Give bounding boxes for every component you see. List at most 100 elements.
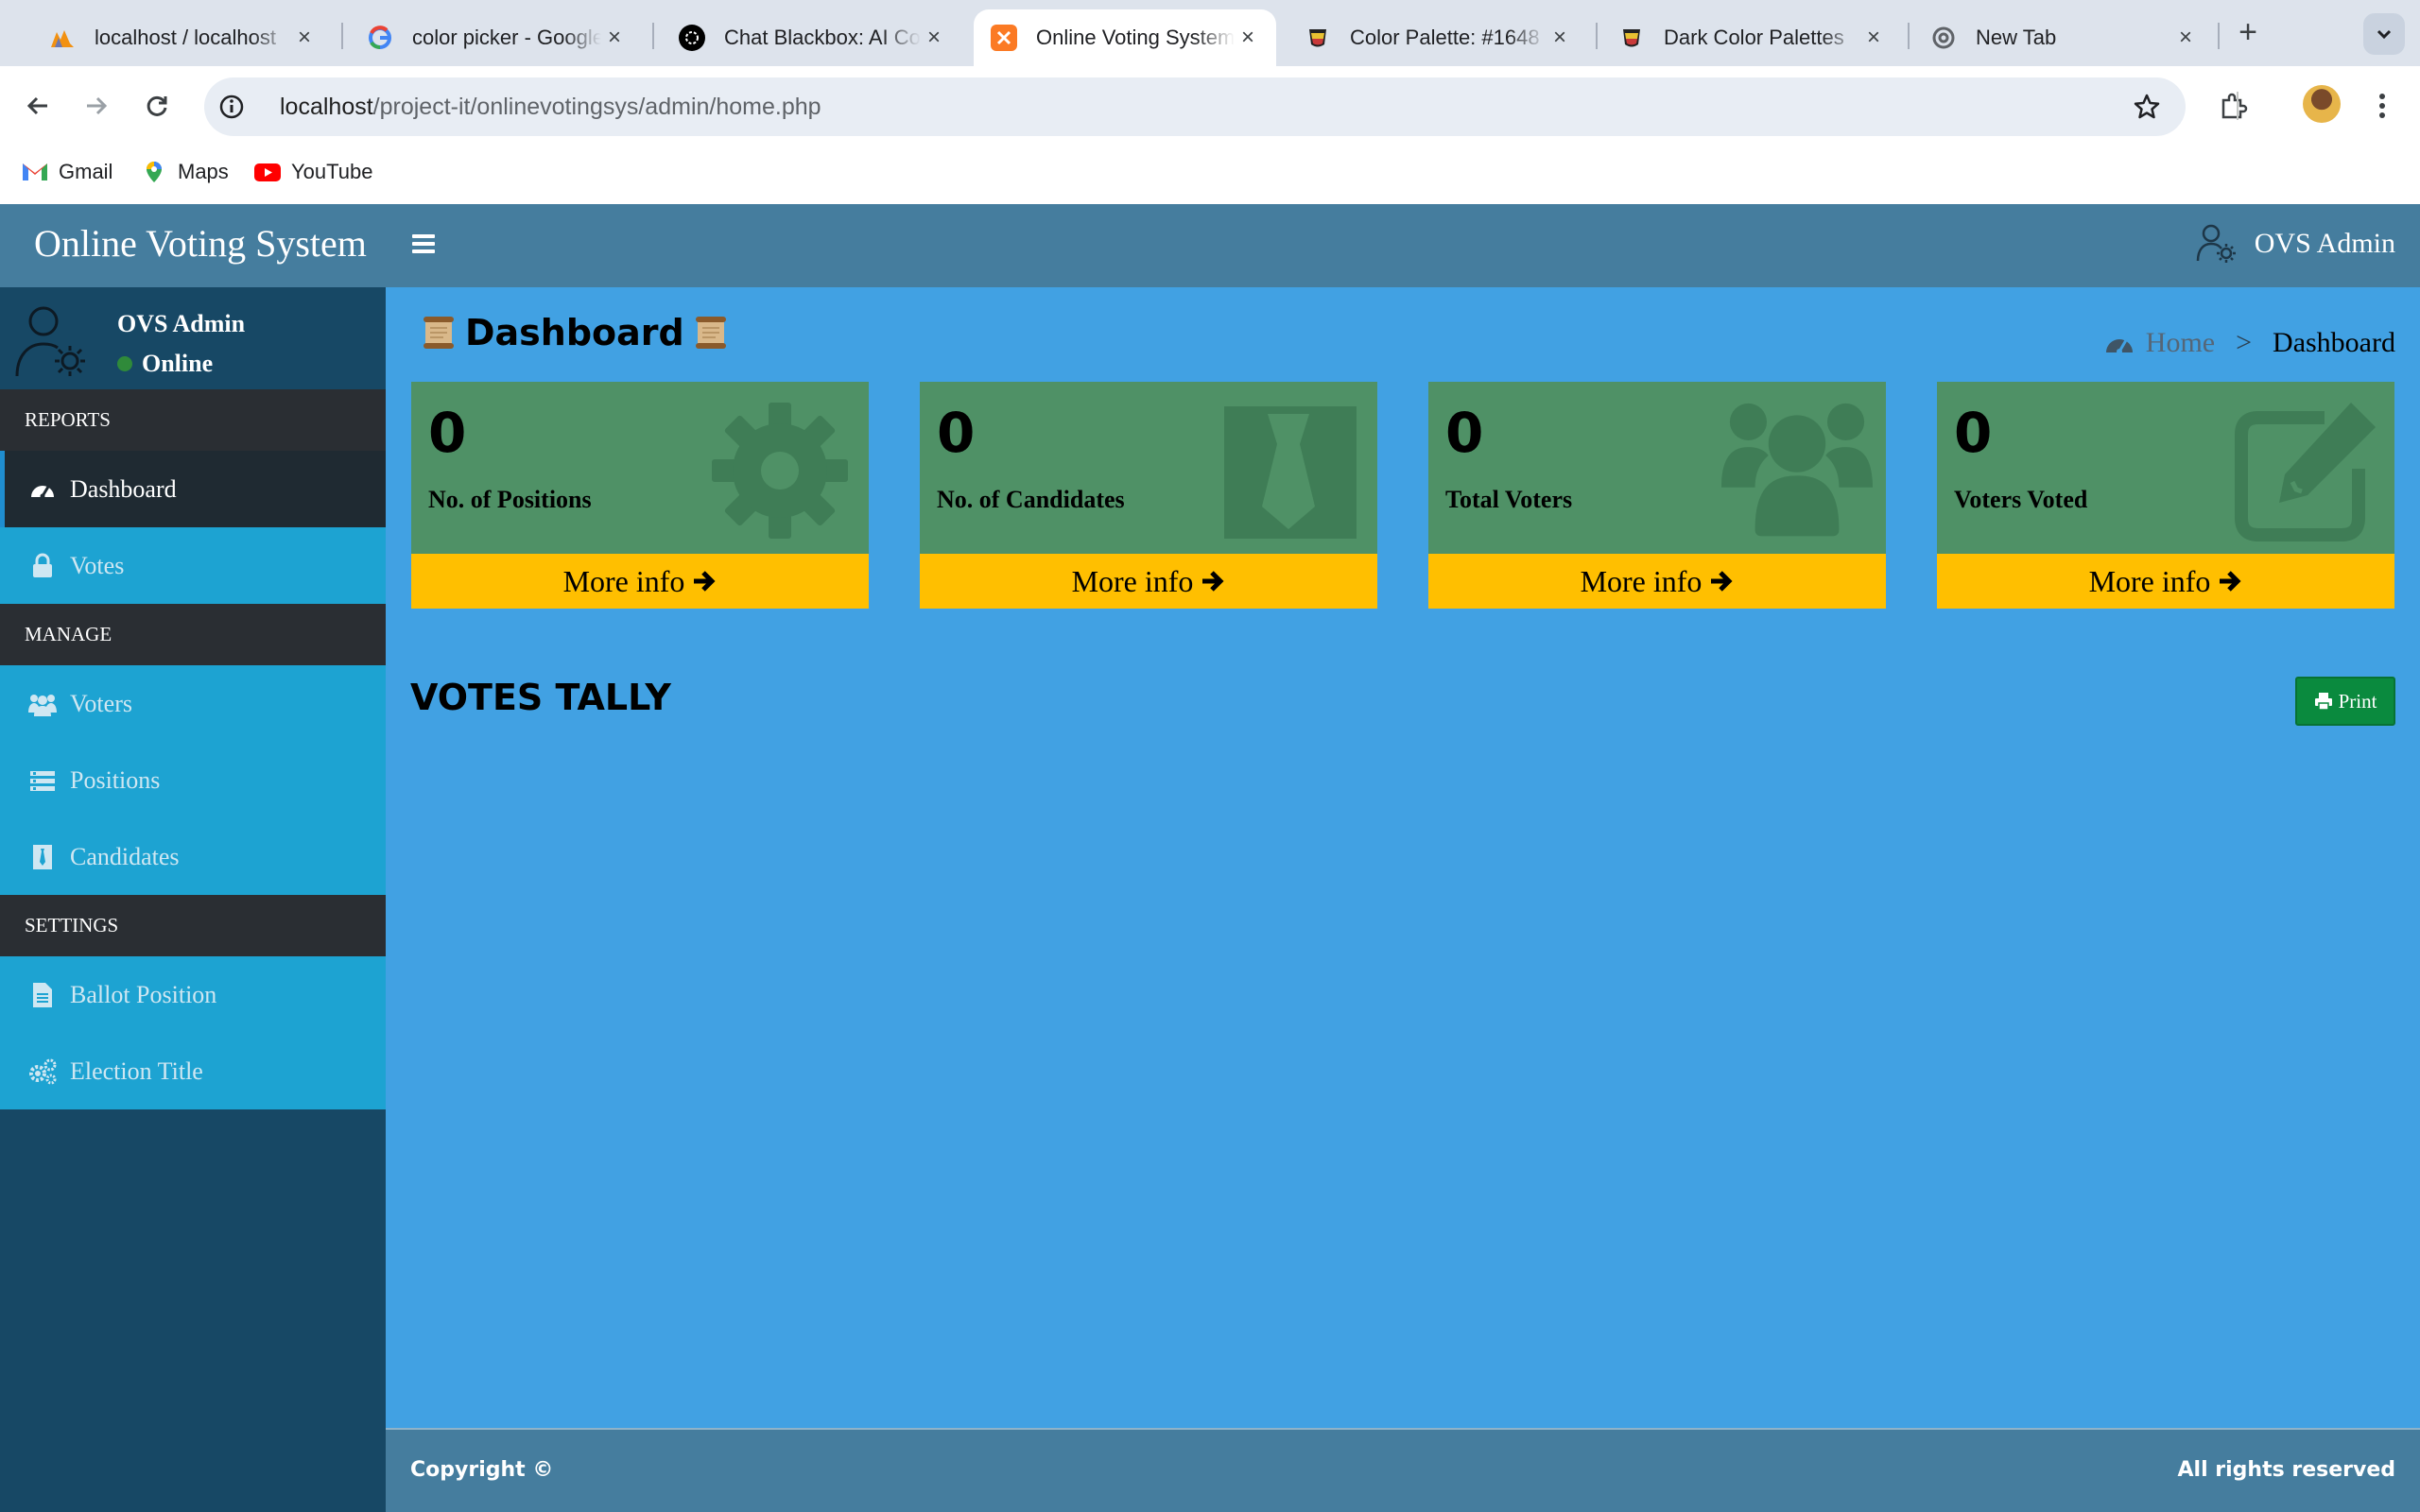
tab-separator [341,23,343,49]
sidebar-item-ballot-position[interactable]: Ballot Position [0,956,386,1033]
sidebar-item-label: Positions [70,765,161,794]
arrow-right-icon [1202,571,1224,592]
reload-icon[interactable] [138,87,176,125]
bookmark-gmail[interactable]: Gmail [21,155,112,189]
more-info-link[interactable]: More info [1937,554,2394,609]
tab-title: color picker - Google Search [412,26,601,49]
xampp-icon [991,25,1017,51]
new-tab-icon[interactable]: + [2231,14,2265,50]
address-bar[interactable]: localhost/project-it/onlinevotingsys/adm… [204,77,2186,136]
more-info-link[interactable]: More info [1428,554,1886,609]
stat-box-body: 0 Total Voters [1428,382,1886,554]
browser-tab[interactable]: New Tab × [1913,9,2214,66]
file-icon [28,981,57,1009]
browser-tab[interactable]: Chat Blackbox: AI Code × [662,9,962,66]
close-icon[interactable]: × [1547,25,1573,51]
users-icon [1721,403,1873,537]
bookmark-maps[interactable]: Maps [140,155,229,189]
browser-tab-strip: localhost / localhost × color picker - G… [0,0,2420,66]
sidebar-item-label: Votes [70,551,125,579]
print-button[interactable]: Print [2295,677,2395,726]
browser-tab[interactable]: Dark Color Palettes × [1601,9,1902,66]
sidebar-item-label: Ballot Position [70,980,217,1008]
sidebar: OVS Admin Online REPORTS Dashboard Votes… [0,287,386,1512]
sidebar-item-votes[interactable]: Votes [0,527,386,604]
browser-tab-active[interactable]: Online Voting System × [974,9,1276,66]
stat-box-body: 0 Voters Voted [1937,382,2394,554]
stat-label: No. of Positions [428,486,592,513]
nav-header-reports: REPORTS [0,389,386,451]
user-menu[interactable]: OVS Admin [2196,223,2395,265]
tab-title: Color Palette: #1648 [1350,26,1540,49]
main-content: Dashboard Home > Dashboard 0 No. of Posi… [386,287,2420,1428]
footer-rights: All rights reserved [2177,1458,2395,1482]
admin-avatar-icon [15,306,85,377]
user-status: Online [117,350,213,378]
close-icon[interactable]: × [291,25,318,51]
tab-separator [652,23,654,49]
extensions-icon[interactable] [2212,85,2254,127]
close-icon[interactable]: × [1235,25,1261,51]
print-icon [2314,693,2332,711]
more-info-link[interactable]: More info [920,554,1377,609]
chrome-icon [1930,25,1957,51]
hamburger-menu-icon[interactable] [410,231,437,257]
scroll-icon [424,317,454,349]
bookmark-star-icon[interactable] [2129,89,2165,125]
blackbox-icon [679,25,705,51]
tab-separator [1596,23,1598,49]
browser-tab[interactable]: color picker - Google Search × [350,9,643,66]
forward-icon[interactable] [78,87,115,125]
breadcrumb-current: Dashboard [2273,327,2395,358]
voting-app: Online Voting System OVS Admin OVS Admin [0,204,2420,1512]
stat-count: 0 [937,401,976,465]
header-user-name: OVS Admin [2254,228,2395,259]
user-panel-name: OVS Admin [117,310,246,337]
browser-tab[interactable]: localhost / localhost × [32,9,333,66]
close-icon[interactable]: × [1860,25,1887,51]
sidebar-item-label: Voters [70,689,132,717]
back-icon[interactable] [19,87,57,125]
stat-count: 0 [428,401,467,465]
bookmark-label: YouTube [291,160,373,183]
phpmyadmin-icon [49,25,76,51]
stat-count: 0 [1445,401,1484,465]
tab-title: localhost / localhost [95,26,276,49]
close-icon[interactable]: × [921,25,947,51]
lock-icon [28,552,57,580]
palette-icon [1618,25,1645,51]
dashboard-icon [2105,339,2133,354]
online-status-dot [117,356,132,371]
profile-avatar[interactable] [2303,85,2341,123]
stat-box-body: 0 No. of Candidates [920,382,1377,554]
gear-icon [712,403,848,539]
sidebar-item-label: Dashboard [70,474,177,503]
sidebar-item-voters[interactable]: Voters [0,665,386,742]
breadcrumb-home-link[interactable]: Home [2146,327,2215,359]
more-info-link[interactable]: More info [411,554,869,609]
gmail-icon [23,163,47,180]
brand-title[interactable]: Online Voting System [34,221,367,266]
more-info-label: More info [1580,563,1703,598]
gears-icon [28,1057,57,1086]
users-icon [28,690,57,718]
url-host: localhost [280,93,373,120]
dashboard-icon [28,475,57,504]
bookmark-youtube[interactable]: YouTube [253,155,372,189]
tab-search-icon[interactable] [2363,13,2405,55]
sidebar-item-election-title[interactable]: Election Title [0,1033,386,1109]
sidebar-item-candidates[interactable]: Candidates [0,818,386,895]
sidebar-item-dashboard[interactable]: Dashboard [0,451,386,527]
browser-tab[interactable]: Color Palette: #1648 × [1288,9,1588,66]
sidebar-item-positions[interactable]: Positions [0,742,386,818]
more-menu-icon[interactable] [2361,85,2403,127]
close-icon[interactable]: × [601,25,628,51]
stat-label: No. of Candidates [937,486,1125,513]
tab-separator [2218,23,2220,49]
toolbar-separator [2237,92,2238,120]
stat-label: Voters Voted [1954,486,2088,513]
sidebar-item-label: Election Title [70,1057,203,1085]
votes-tally-title: VOTES TALLY [410,677,671,718]
site-info-icon[interactable] [214,89,250,125]
close-icon[interactable]: × [2172,25,2199,51]
